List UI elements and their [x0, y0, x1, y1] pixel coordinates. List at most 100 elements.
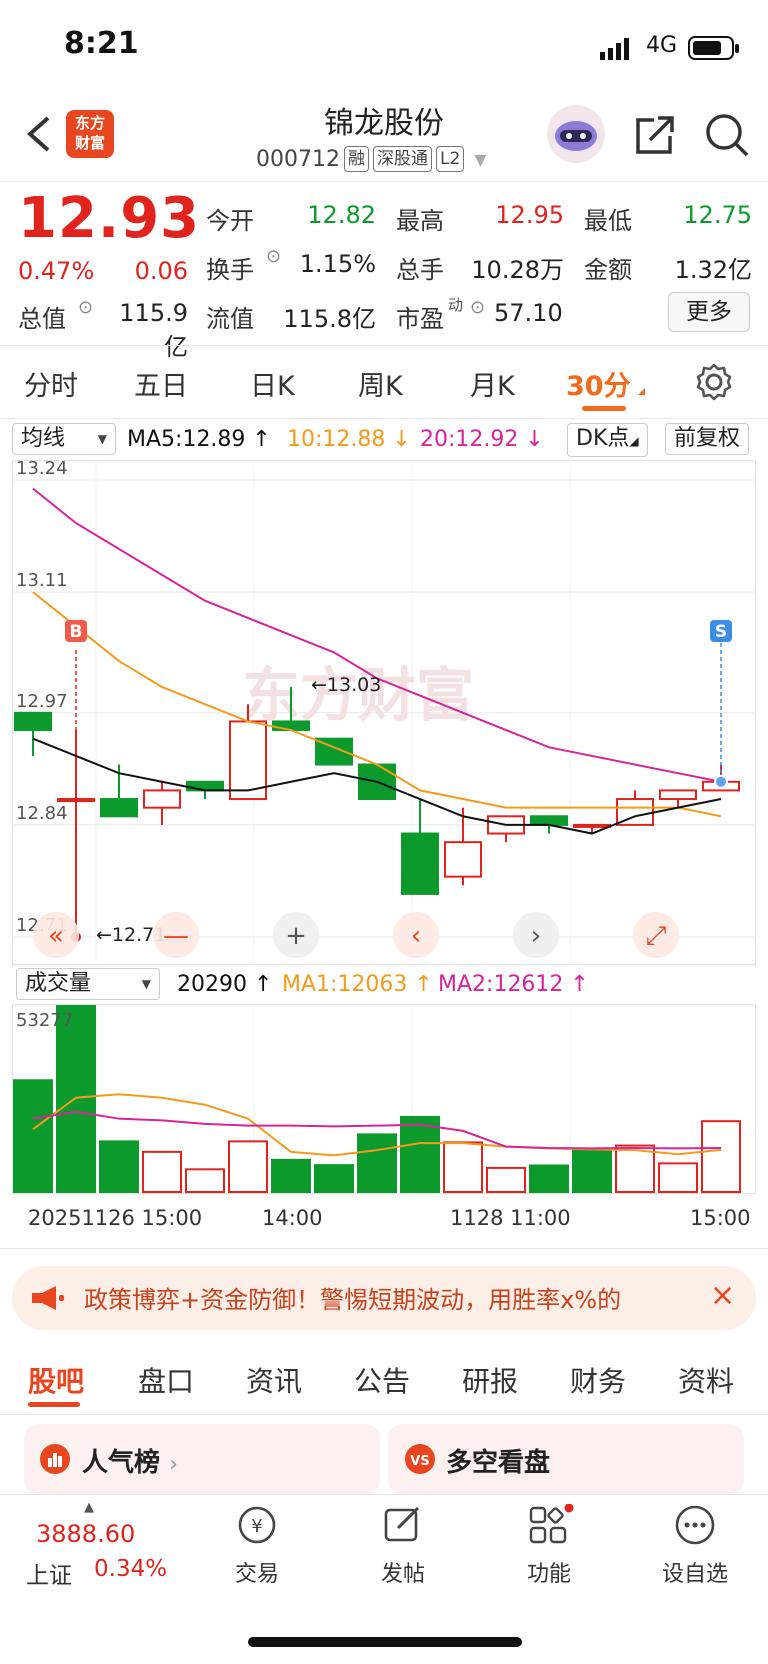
- tab-research[interactable]: 研报: [462, 1360, 518, 1400]
- info-icon[interactable]: ⊙: [266, 246, 281, 267]
- candle-body: [659, 789, 697, 801]
- svg-text:VS: VS: [410, 1454, 429, 1469]
- candle-body: [444, 841, 482, 878]
- bull-bear-card[interactable]: [388, 1424, 744, 1494]
- tab-five-day[interactable]: 五日: [134, 364, 188, 403]
- last-price: 12.93: [18, 186, 201, 251]
- index-value[interactable]: 3888.60: [36, 1520, 135, 1548]
- buy-marker-label: B: [70, 622, 83, 642]
- volume-bar: [400, 1115, 440, 1193]
- total-cap-value: 115.9亿: [119, 299, 188, 361]
- volume-max-label: 53277: [16, 1010, 73, 1031]
- nav-trade[interactable]: 交易: [207, 1556, 307, 1588]
- assistant-robot-icon[interactable]: [546, 104, 606, 168]
- tab-30-min[interactable]: 30分: [566, 364, 631, 403]
- adjust-button[interactable]: 前复权: [665, 423, 750, 455]
- vol-ma1-value: MA1:12063 ↑: [282, 972, 433, 997]
- high-label: 最高: [396, 207, 444, 235]
- scroll-left-button[interactable]: ‹: [393, 912, 439, 958]
- tab-profile[interactable]: 资料: [678, 1360, 734, 1400]
- volume-bar: [357, 1133, 397, 1193]
- scroll-left-icon: ‹: [411, 921, 421, 951]
- corner-triangle-icon: ◢: [629, 434, 639, 448]
- turnover-label: 换手: [206, 256, 254, 284]
- tab-forum[interactable]: 股吧: [28, 1360, 84, 1400]
- ma10-value: 10:12.88 ↓: [287, 427, 411, 452]
- tab-news[interactable]: 资讯: [246, 1360, 302, 1400]
- volume-label: 总手: [396, 256, 444, 284]
- tab-financials[interactable]: 财务: [570, 1360, 626, 1400]
- candle-body: [530, 815, 568, 826]
- prev-page-icon: «: [48, 921, 64, 951]
- change-pct: 0.47%: [18, 257, 95, 285]
- nav-add-watchlist[interactable]: 设自选: [645, 1556, 745, 1588]
- megaphone-icon: [30, 1284, 66, 1316]
- svg-text:¥: ¥: [251, 1516, 262, 1537]
- index-name: 上证: [26, 1563, 72, 1589]
- index-change: 0.34%: [94, 1556, 168, 1582]
- close-icon[interactable]: ×: [710, 1278, 735, 1313]
- apps-icon[interactable]: [528, 1503, 574, 1550]
- y-tick-label: 12.84: [16, 803, 68, 824]
- stock-code-row[interactable]: 000712 融 深股通 L2 ▼: [256, 146, 487, 172]
- open-value: 12.82: [307, 201, 376, 229]
- caret-up-icon: ▲: [84, 1500, 94, 1515]
- dropdown-caret-icon: ▼: [97, 432, 107, 446]
- dropdown-caret-icon: ▼: [141, 977, 151, 991]
- corner-triangle-icon: [638, 388, 645, 395]
- battery-icon: [688, 36, 740, 66]
- volume-bar: [228, 1140, 268, 1193]
- volume-value: 10.28万: [471, 256, 564, 284]
- info-icon[interactable]: ⊙: [470, 297, 485, 318]
- volume-chart[interactable]: 53277: [12, 1004, 756, 1194]
- status-time: 8:21: [64, 26, 139, 61]
- tab-order-book[interactable]: 盘口: [138, 1360, 194, 1400]
- more-button[interactable]: 更多: [668, 292, 750, 332]
- tab-daily-k[interactable]: 日K: [250, 364, 295, 403]
- active-tab-indicator: [582, 406, 626, 411]
- zoom-in-icon: +: [285, 921, 307, 951]
- tag-margin: 融: [343, 146, 369, 172]
- change-amount: 0.06: [134, 257, 188, 285]
- volume-bar: [185, 1168, 225, 1193]
- tab-weekly-k[interactable]: 周K: [358, 364, 403, 403]
- zoom-out-icon: —: [163, 921, 189, 951]
- scroll-right-icon: ›: [531, 921, 541, 951]
- volume-bar: [486, 1166, 526, 1194]
- candle-body: [14, 711, 52, 732]
- settings-icon[interactable]: [694, 362, 734, 406]
- scroll-right-button[interactable]: ›: [513, 912, 559, 958]
- tag-l2: L2: [435, 146, 465, 172]
- fullscreen-button[interactable]: ⤢: [633, 912, 679, 958]
- volume-select[interactable]: 成交量 ▼: [16, 968, 160, 1000]
- signal-icon: [600, 38, 636, 64]
- ma-select[interactable]: 均线 ▼: [12, 423, 116, 455]
- nav-post[interactable]: 发帖: [353, 1556, 453, 1588]
- candlestick-chart[interactable]: 13.2413.1112.9712.8412.71东方财富←13.03←12.7…: [12, 460, 756, 965]
- pe-superscript: 动: [448, 296, 464, 314]
- zoom-in-button[interactable]: +: [273, 912, 319, 958]
- trade-icon[interactable]: ¥: [236, 1504, 278, 1550]
- candle-body: [100, 798, 138, 818]
- pe-label: 市盈: [396, 305, 444, 333]
- nav-functions[interactable]: 功能: [499, 1556, 599, 1588]
- active-tab-indicator: [28, 1402, 80, 1407]
- y-tick-label: 13.11: [16, 570, 68, 591]
- compose-icon[interactable]: [382, 1504, 424, 1550]
- tab-timeshare[interactable]: 分时: [24, 364, 78, 403]
- popularity-card[interactable]: [24, 1424, 380, 1494]
- volume-bar: [314, 1164, 354, 1194]
- float-cap-value: 115.8亿: [283, 305, 376, 333]
- tab-announcements[interactable]: 公告: [354, 1360, 410, 1400]
- dk-point-button[interactable]: DK点◢: [567, 423, 648, 457]
- share-icon[interactable]: [632, 114, 676, 162]
- tab-monthly-k[interactable]: 月K: [470, 364, 515, 403]
- search-icon[interactable]: [704, 112, 750, 162]
- volume-bar: [529, 1164, 569, 1194]
- more-dots-icon[interactable]: [674, 1504, 716, 1550]
- prev-page-button[interactable]: «: [33, 912, 79, 958]
- zoom-out-button[interactable]: —: [153, 912, 199, 958]
- turnover-value: 1.15%: [299, 250, 376, 278]
- info-icon[interactable]: ⊙: [78, 297, 93, 318]
- volume-bar: [56, 1005, 96, 1193]
